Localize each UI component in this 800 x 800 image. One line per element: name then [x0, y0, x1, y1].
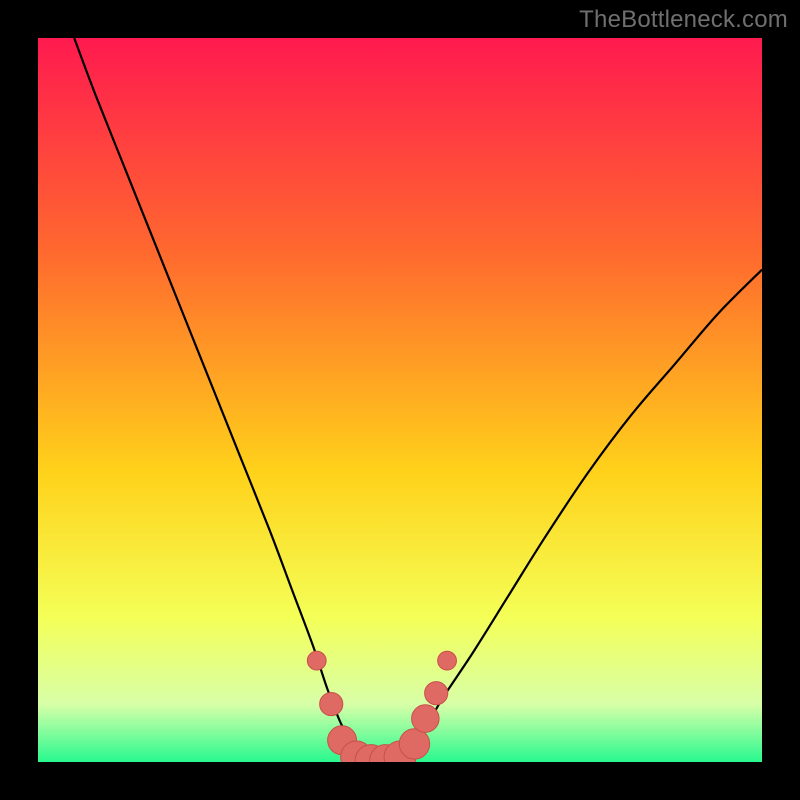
- chart-frame: TheBottleneck.com: [0, 0, 800, 800]
- chart-plot-area: [38, 38, 762, 762]
- bottleneck-chart: [38, 38, 762, 762]
- watermark-text: TheBottleneck.com: [579, 6, 788, 34]
- chart-marker: [307, 651, 326, 670]
- chart-background: [38, 38, 762, 762]
- chart-marker: [320, 693, 343, 716]
- chart-marker: [425, 682, 448, 705]
- chart-marker: [399, 729, 429, 759]
- chart-marker: [438, 651, 457, 670]
- chart-marker: [412, 705, 440, 733]
